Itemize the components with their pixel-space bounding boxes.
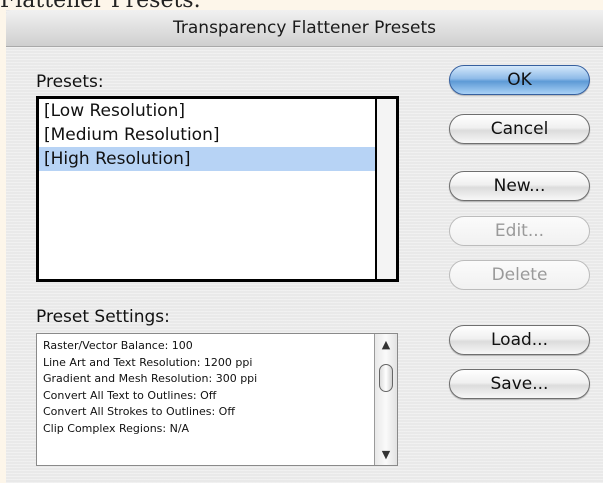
presets-label: Presets: [36, 72, 104, 92]
dialog-title: Transparency Flattener Presets [173, 18, 436, 38]
setting-convert-text-outlines: Convert All Text to Outlines: Off [43, 388, 217, 402]
presets-scrollbar[interactable] [375, 99, 396, 279]
setting-gradient-mesh-resolution: Gradient and Mesh Resolution: 300 ppi [43, 372, 258, 385]
preset-item-medium-resolution[interactable]: [Medium Resolution] [39, 123, 375, 147]
setting-clip-complex-regions: Clip Complex Regions: N/A [43, 421, 190, 435]
setting-raster-vector-balance: Raster/Vector Balance: 100 [43, 339, 193, 352]
cancel-button[interactable]: Cancel [449, 114, 590, 144]
ok-button[interactable]: OK [449, 65, 590, 95]
scroll-down-arrow-icon[interactable]: ▼ [375, 448, 397, 461]
delete-preset-button[interactable]: Delete [449, 260, 590, 290]
preset-settings-box: Raster/Vector Balance: 100 Line Art and … [36, 333, 398, 466]
dialog-title-bar: Transparency Flattener Presets [6, 10, 603, 47]
preset-settings-text: Raster/Vector Balance: 100 Line Art and … [43, 338, 257, 437]
flattener-presets-dialog: Transparency Flattener Presets Presets: … [6, 10, 603, 483]
presets-items: [Low Resolution] [Medium Resolution] [Hi… [39, 99, 375, 279]
new-preset-button[interactable]: New... [449, 171, 590, 201]
load-preset-button[interactable]: Load... [449, 325, 590, 355]
preset-settings-scrollbar[interactable]: ▲ ▼ [374, 334, 397, 465]
preset-item-high-resolution[interactable]: [High Resolution] [39, 147, 375, 171]
setting-convert-strokes-outlines: Convert All Strokes to Outlines: Off [43, 405, 235, 418]
presets-list[interactable]: [Low Resolution] [Medium Resolution] [Hi… [36, 96, 399, 282]
preset-item-low-resolution[interactable]: [Low Resolution] [39, 99, 375, 123]
save-preset-button[interactable]: Save... [449, 369, 590, 399]
scroll-up-arrow-icon[interactable]: ▲ [375, 338, 397, 351]
setting-line-art-text-resolution: Line Art and Text Resolution: 1200 ppi [43, 355, 253, 369]
edit-preset-button[interactable]: Edit... [449, 216, 590, 246]
scroll-thumb[interactable] [379, 364, 393, 392]
preset-settings-label: Preset Settings: [36, 307, 170, 327]
